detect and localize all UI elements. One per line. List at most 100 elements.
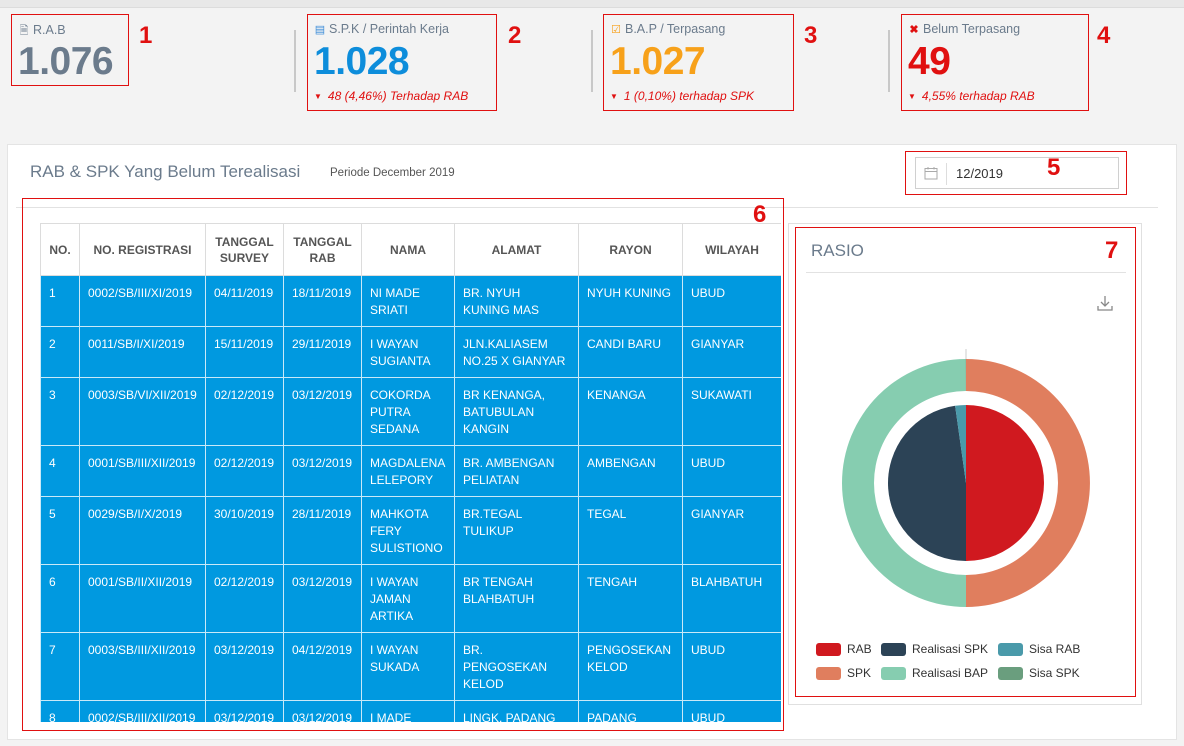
legend-label: Sisa SPK [1029,666,1080,680]
inner-slice-rab[interactable] [966,405,1044,561]
cell-wilayah: UBUD [682,445,781,497]
inner-slice-realisasi-spk[interactable] [888,405,966,561]
legend-label: Realisasi SPK [912,642,989,656]
legend-label: SPK [847,666,872,680]
top-bar [0,0,1184,8]
table-row[interactable]: 3 0003/SB/VI/XII/2019 02/12/2019 03/12/2019… [40,377,781,446]
cell-tanggal-rab: 03/12/2019 [283,700,362,722]
table-row[interactable]: 8 0002/SB/III/XII/2019 03/12/2019 03/12/201… [40,700,781,722]
table-row[interactable]: 5 0029/SB/I/X/2019 30/10/2019 28/11/2019 MAH… [40,496,781,565]
annotation-tag: 1 [139,22,153,49]
cell-no-registrasi: 0002/SB/III/XII/2019 [79,700,206,722]
cell-rayon: CANDI BARU [578,326,683,378]
cell-tanggal-survey: 15/11/2019 [205,326,284,378]
cell-tanggal-rab: 29/11/2019 [283,326,362,378]
table-scroll-area[interactable]: NO. NO. REGISTRASI TANGGAL SURVEY TANGGA… [40,223,781,722]
cell-wilayah: UBUD [682,632,781,701]
unrealized-table: NO. NO. REGISTRASI TANGGAL SURVEY TANGGA… [40,223,781,722]
cell-nama: I WAYAN SUKADA [361,632,455,701]
legend-item-rab[interactable]: RAB [816,642,872,656]
stat-card-belum-terpasang: ✖ Belum Terpasang 49 ▼ 4,55% terhadap RAB [901,14,1089,111]
cell-nama: MAGDALENA LELEPORY [361,445,455,497]
legend-label: RAB [847,642,872,656]
stat-label: ▤ S.P.K / Perintah Kerja [314,22,449,36]
divider [806,272,1126,273]
stat-label: ☑ B.A.P / Terpasang [611,22,726,36]
cell-no: 2 [40,326,80,378]
legend-swatch [881,666,906,680]
cell-tanggal-survey: 02/12/2019 [205,377,284,446]
header-no[interactable]: NO. [40,223,80,276]
table-row[interactable]: 7 0003/SB/III/XII/2019 03/12/2019 04/12/201… [40,632,781,701]
cell-rayon: KENANGA [578,377,683,446]
table-row[interactable]: 6 0001/SB/II/XII/2019 02/12/2019 03/12/2019… [40,564,781,633]
chart-title: RASIO [811,241,864,260]
stat-value: 49 [908,40,951,83]
cell-nama: I MADE [361,700,455,722]
panel-period: Periode December 2019 [330,167,455,179]
table-row[interactable]: 2 0011/SB/I/XI/2019 15/11/2019 29/11/2019 I … [40,326,781,378]
calendar-icon [924,167,938,180]
legend-item-realisasi-spk[interactable]: Realisasi SPK [881,642,988,656]
cell-no: 4 [40,445,80,497]
stat-sub: ▼ 1 (0,10%) terhadap SPK [610,89,754,103]
x-icon: ✖ [909,24,919,36]
cell-wilayah: SUKAWATI [682,377,781,446]
cell-no: 5 [40,496,80,565]
legend-item-sisa-spk[interactable]: Sisa SPK [998,666,1080,680]
table-row[interactable]: 4 0001/SB/III/XII/2019 02/12/2019 03/12/201… [40,445,781,497]
divider [591,30,593,92]
legend-item-spk[interactable]: SPK [816,666,871,680]
cell-tanggal-rab: 28/11/2019 [283,496,362,565]
check-square-icon: ☑ [611,24,621,36]
legend-item-sisa-rab[interactable]: Sisa RAB [998,642,1080,656]
cell-tanggal-rab: 03/12/2019 [283,445,362,497]
legend-swatch [816,642,841,656]
stat-value: 1.027 [610,40,706,83]
legend-label: Sisa RAB [1029,642,1081,656]
download-icon[interactable] [1096,294,1114,312]
cell-nama: I WAYAN JAMAN ARTIKA [361,564,455,633]
header-no-registrasi[interactable]: NO. REGISTRASI [79,223,206,276]
stat-value: 1.076 [18,40,114,83]
header-alamat[interactable]: ALAMAT [454,223,579,276]
header-wilayah[interactable]: WILAYAH [682,223,781,276]
cell-tanggal-survey: 02/12/2019 [205,445,284,497]
cell-tanggal-survey: 30/10/2019 [205,496,284,565]
header-tanggal-rab[interactable]: TANGGAL RAB [283,223,362,276]
date-filter-box: 12/2019 5 [905,151,1127,195]
header-tanggal-survey[interactable]: TANGGAL SURVEY [205,223,284,276]
cell-rayon: PENGOSEKAN KELOD [578,632,683,701]
cell-wilayah: UBUD [682,700,781,722]
divider [946,163,947,185]
divider [294,30,296,92]
month-picker-value: 12/2019 [956,166,1003,181]
legend-item-realisasi-bap[interactable]: Realisasi BAP [881,666,988,680]
cell-tanggal-rab: 03/12/2019 [283,377,362,446]
table-row[interactable]: 1 0002/SB/III/XI/2019 04/11/2019 18/11/2019… [40,275,781,327]
cell-rayon: NYUH KUNING [578,275,683,327]
cell-no-registrasi: 0003/SB/VI/XII/2019 [79,377,206,446]
cell-rayon: TENGAH [578,564,683,633]
annotation-tag: 4 [1097,22,1111,49]
divider [888,30,890,92]
cell-tanggal-survey: 03/12/2019 [205,700,284,722]
cell-wilayah: BLAHBATUH [682,564,781,633]
cell-alamat: BR. PENGOSEKAN KELOD [454,632,579,701]
cell-no: 3 [40,377,80,446]
cell-wilayah: GIANYAR [682,496,781,565]
header-rayon[interactable]: RAYON [578,223,683,276]
annotation-tag: 7 [1105,237,1119,264]
cell-no: 8 [40,700,80,722]
caret-down-icon: ▼ [610,92,618,101]
header-nama[interactable]: NAMA [361,223,455,276]
cell-tanggal-survey: 02/12/2019 [205,564,284,633]
table-box: 6 NO. NO. REGISTRASI TANGGAL SURVEY TANG… [22,198,784,731]
cell-no-registrasi: 0011/SB/I/XI/2019 [79,326,206,378]
caret-down-icon: ▼ [314,92,322,101]
cell-tanggal-survey: 03/12/2019 [205,632,284,701]
cell-rayon: AMBENGAN [578,445,683,497]
cell-alamat: JLN.KALIASEM NO.25 X GIANYAR [454,326,579,378]
month-picker-input[interactable]: 12/2019 [915,157,1119,189]
stat-card-spk: ▤ S.P.K / Perintah Kerja 1.028 ▼ 48 (4,46%… [307,14,497,111]
